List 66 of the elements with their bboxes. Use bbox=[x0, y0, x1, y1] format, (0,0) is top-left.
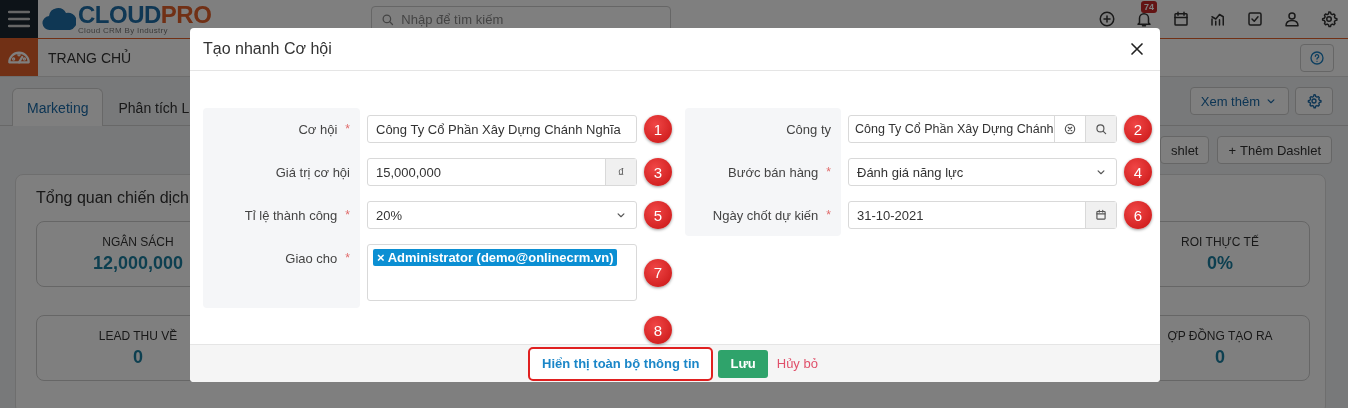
amount-field[interactable]: 15,000,000 ₫ bbox=[367, 158, 637, 187]
bell-icon bbox=[1135, 10, 1153, 28]
menu-icon[interactable] bbox=[8, 10, 30, 28]
required-mark: * bbox=[345, 251, 350, 266]
stat-value: 12,000,000 bbox=[92, 252, 184, 274]
field-label: Cơ hội bbox=[298, 121, 338, 137]
show-all-button[interactable]: Hiển thị toàn bộ thông tin bbox=[528, 346, 714, 381]
step-marker: 6 bbox=[1124, 201, 1152, 230]
step-marker: 5 bbox=[644, 201, 672, 230]
help-icon bbox=[1309, 49, 1325, 66]
step-marker: 8 bbox=[644, 316, 672, 345]
add-icon bbox=[1098, 10, 1116, 28]
stat-label: NGÂN SÁCH bbox=[102, 234, 174, 249]
field-label: Ngày chốt dự kiến bbox=[712, 207, 819, 223]
required-mark: * bbox=[826, 165, 831, 180]
required-mark: * bbox=[826, 208, 831, 223]
date-field[interactable]: 31-10-2021 bbox=[848, 201, 1117, 230]
required-mark: * bbox=[345, 208, 350, 223]
save-button[interactable]: Lưu bbox=[718, 349, 768, 378]
field-label: Bước bán hàng bbox=[728, 164, 819, 180]
select-field[interactable]: 20% bbox=[367, 201, 637, 230]
calendar-icon bbox=[1094, 208, 1108, 223]
clear-icon bbox=[1063, 122, 1077, 137]
stat-label: ROI THỰC TẾ bbox=[1181, 234, 1259, 249]
stat-value: 0% bbox=[1207, 252, 1233, 274]
assignee-tag[interactable]: × Administrator (demo@onlinecrm.vn) bbox=[373, 249, 618, 267]
settings-icon bbox=[1320, 10, 1338, 28]
logo-text: PRO bbox=[160, 3, 212, 27]
step-marker: 2 bbox=[1124, 115, 1152, 144]
field-label: Giao cho bbox=[285, 250, 338, 266]
settings-icon bbox=[1306, 93, 1322, 109]
page-title: TRANG CHỦ bbox=[48, 49, 132, 66]
field-label: Tỉ lệ thành công bbox=[244, 207, 338, 223]
tab[interactable]: Phân tích L bbox=[103, 88, 205, 126]
step-marker: 1 bbox=[644, 115, 672, 144]
stat-value: 0 bbox=[133, 346, 143, 368]
help-button[interactable] bbox=[1300, 43, 1334, 72]
stat-value: 0 bbox=[1215, 346, 1225, 368]
required-mark: * bbox=[345, 122, 350, 137]
step-marker: 4 bbox=[1124, 158, 1152, 187]
notification-badge: 74 bbox=[1141, 1, 1157, 13]
card-title: Tổng quan chiến dịch bbox=[36, 189, 189, 207]
logo-text: CLOUD bbox=[78, 3, 161, 27]
select-field[interactable]: Đánh giá năng lực bbox=[848, 158, 1117, 187]
dashlet-button[interactable]: shlet bbox=[1160, 136, 1210, 164]
stat-label: ỢP ĐỒNG TẠO RA bbox=[1167, 328, 1273, 343]
settings-button[interactable] bbox=[1295, 87, 1333, 115]
currency-addon: ₫ bbox=[605, 159, 636, 186]
checkbox-icon bbox=[1246, 10, 1264, 28]
dialog-title: Tạo nhanh Cơ hội bbox=[203, 40, 332, 59]
text-field[interactable]: Công Ty Cổ Phần Xây Dựng Chánh Nghĩa bbox=[367, 115, 637, 144]
more-dropdown[interactable]: Xem thêm bbox=[1189, 87, 1289, 115]
lookup-field[interactable]: Công Ty Cổ Phần Xây Dựng Chánh bbox=[848, 115, 1117, 144]
user-icon bbox=[1283, 10, 1301, 28]
cloud-icon bbox=[42, 6, 76, 32]
step-marker: 7 bbox=[644, 258, 672, 287]
step-marker: 3 bbox=[644, 158, 672, 187]
cancel-link[interactable]: Hủy bỏ bbox=[772, 356, 822, 372]
field-label: Công ty bbox=[786, 121, 831, 137]
stat-label: LEAD THU VỀ bbox=[98, 328, 178, 343]
search-icon bbox=[1094, 122, 1108, 137]
tab[interactable]: Marketing bbox=[12, 88, 104, 126]
calendar-icon bbox=[1172, 10, 1190, 28]
add-dashlet-button[interactable]: + Thêm Dashlet bbox=[1217, 136, 1332, 164]
assignee-field[interactable]: × Administrator (demo@onlinecrm.vn) bbox=[367, 244, 637, 302]
field-label: Giá trị cơ hội bbox=[275, 164, 350, 180]
